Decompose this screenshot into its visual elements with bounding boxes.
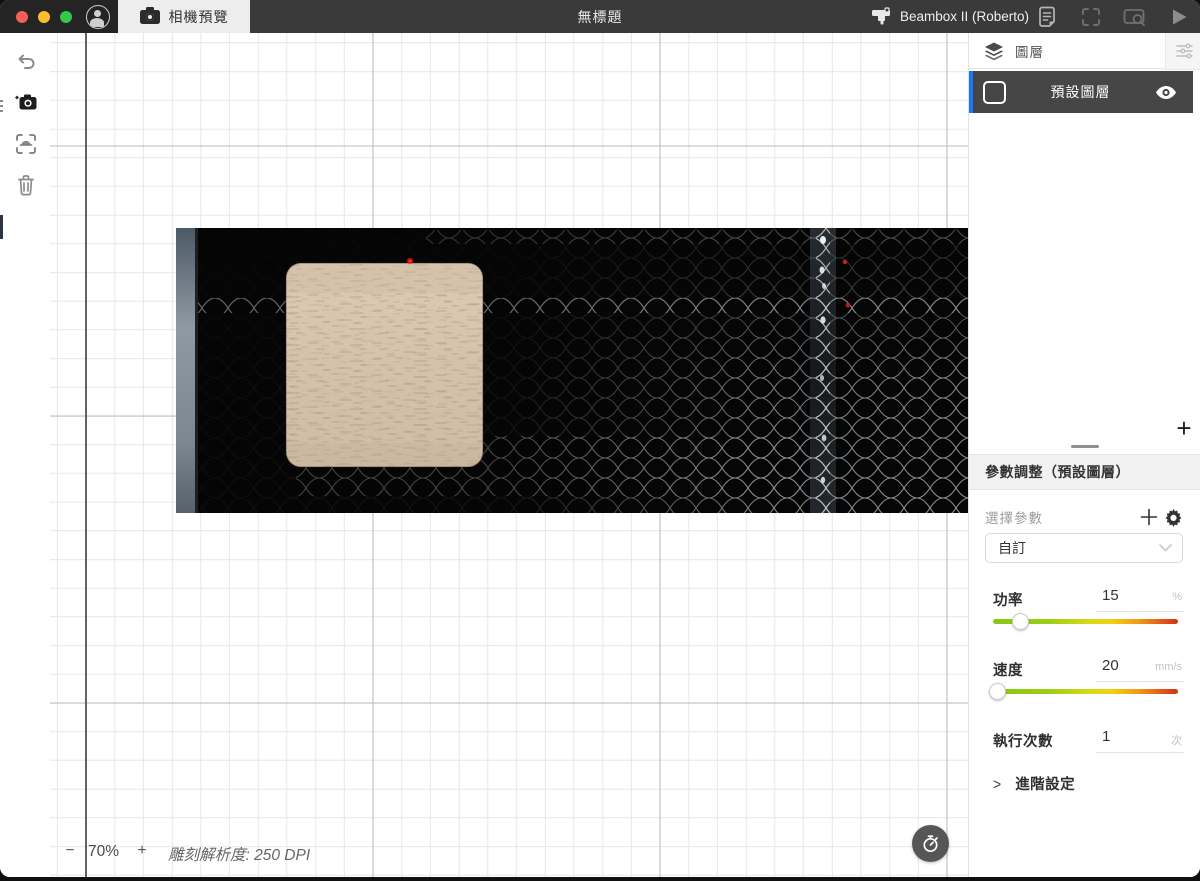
panel-resize-handle[interactable]	[1071, 445, 1099, 448]
tab-adjust-parameters[interactable]	[1165, 33, 1200, 70]
advanced-settings-toggle[interactable]: > 進階設定	[993, 773, 1075, 794]
beam-studio-window: − 70% + 雕刻解析度: 250 DPI 相機預覽 無標題 Beambox …	[0, 0, 1200, 877]
chevron-right-icon: >	[993, 774, 1002, 793]
undo-icon	[15, 52, 37, 74]
layer-name: 預設圖層	[1050, 84, 1111, 100]
params-section-title: 參數調整（預設圖層）	[985, 464, 1130, 480]
power-value: 15	[1102, 587, 1119, 604]
camera-icon	[139, 6, 160, 24]
engraving-resolution-label[interactable]: 雕刻解析度: 250 DPI	[168, 843, 310, 865]
advanced-settings-label: 進階設定	[1015, 777, 1076, 793]
speed-label: 速度	[993, 663, 1023, 679]
window-controls	[0, 0, 118, 33]
camera-preview-image[interactable]	[176, 228, 968, 513]
layer-color-checkbox[interactable]	[983, 80, 1006, 104]
power-unit: %	[1172, 591, 1182, 603]
start-button[interactable]	[1166, 4, 1192, 30]
speed-input[interactable]: 20 mm/s	[1096, 657, 1184, 682]
trash-icon	[15, 173, 37, 197]
passes-label: 執行次數	[993, 734, 1053, 750]
chevron-down-icon	[1159, 544, 1182, 552]
clipped-edge-artifact	[0, 215, 3, 239]
params-section-header: 參數調整（預設圖層）	[969, 454, 1200, 490]
left-toolbar	[0, 33, 50, 877]
device-name: Beambox II (Roberto)	[900, 9, 1030, 24]
delete-preview-button[interactable]	[12, 171, 40, 199]
layer-selected-indicator	[969, 71, 973, 113]
close-button[interactable]	[16, 10, 28, 23]
select-parameter-row: 選擇參數	[985, 505, 1185, 529]
trace-frame-icon	[14, 132, 38, 156]
play-icon	[1169, 7, 1189, 27]
camera-preview-check-button[interactable]	[1122, 4, 1148, 30]
document-settings-button[interactable]	[1034, 4, 1060, 30]
parameter-preset-value: 自訂	[998, 540, 1026, 556]
zoom-in-button[interactable]: +	[132, 842, 152, 862]
account-icon[interactable]	[86, 4, 110, 29]
tab-camera-preview[interactable]: 相機預覽	[118, 0, 250, 33]
plus-icon	[1140, 508, 1158, 526]
titlebar-actions	[1034, 0, 1192, 33]
speed-unit: mm/s	[1155, 661, 1182, 673]
zoom-out-button[interactable]: −	[60, 842, 80, 862]
speed-slider-thumb[interactable]	[989, 682, 1006, 700]
timer-icon	[920, 833, 941, 854]
document-title: 無標題	[577, 8, 623, 25]
titlebar: 相機預覽 無標題 Beambox II (Roberto)	[0, 0, 1200, 33]
power-label: 功率	[993, 593, 1023, 609]
power-slider-thumb[interactable]	[1012, 612, 1029, 630]
manage-presets-button[interactable]	[1161, 505, 1185, 529]
power-slider[interactable]	[993, 612, 1178, 630]
eye-icon[interactable]	[1155, 85, 1177, 100]
workarea-boundary-line	[85, 33, 87, 877]
minimize-button[interactable]	[38, 10, 50, 23]
select-parameter-label: 選擇參數	[985, 511, 1043, 526]
passes-unit: 次	[1171, 735, 1182, 747]
layers-panel-title: 圖層	[1015, 44, 1044, 60]
zoom-level-value[interactable]: 70%	[88, 843, 119, 861]
camera-add-icon	[13, 91, 39, 115]
layer-row-default[interactable]: 預設圖層	[969, 71, 1193, 113]
add-layer-button[interactable]: +	[1171, 413, 1197, 443]
parameter-preset-select[interactable]: 自訂	[985, 533, 1183, 563]
maximize-button[interactable]	[60, 10, 72, 23]
adjust-sliders-icon	[1175, 43, 1193, 59]
tab-camera-preview-label: 相機預覽	[168, 8, 229, 25]
gear-icon	[1164, 508, 1183, 527]
frame-button[interactable]	[1078, 4, 1104, 30]
speed-slider[interactable]	[989, 682, 1178, 700]
power-input[interactable]: 15 %	[1096, 587, 1184, 612]
camera-search-icon	[1123, 7, 1147, 27]
document-settings-icon	[1037, 6, 1057, 28]
device-selector[interactable]: Beambox II (Roberto)	[870, 0, 1029, 33]
time-estimate-button[interactable]	[912, 825, 949, 862]
preview-trace-button[interactable]	[12, 130, 40, 158]
add-preset-button[interactable]	[1137, 505, 1161, 529]
passes-input[interactable]: 1 次	[1096, 728, 1184, 753]
passes-value: 1	[1102, 728, 1111, 745]
undo-button[interactable]	[12, 49, 40, 77]
layers-panel-header: 圖層	[969, 33, 1165, 69]
layers-icon	[983, 41, 1005, 61]
clipped-edge-artifact	[0, 98, 3, 112]
right-panel: 圖層 預設圖層 + 參數調整（預設圖層） 選擇參數 自訂 功率 15 % 速度 …	[968, 33, 1200, 877]
camera-preview-button[interactable]	[12, 89, 40, 117]
speed-value: 20	[1102, 657, 1119, 674]
frame-icon	[1081, 7, 1101, 27]
machine-icon	[870, 6, 892, 27]
